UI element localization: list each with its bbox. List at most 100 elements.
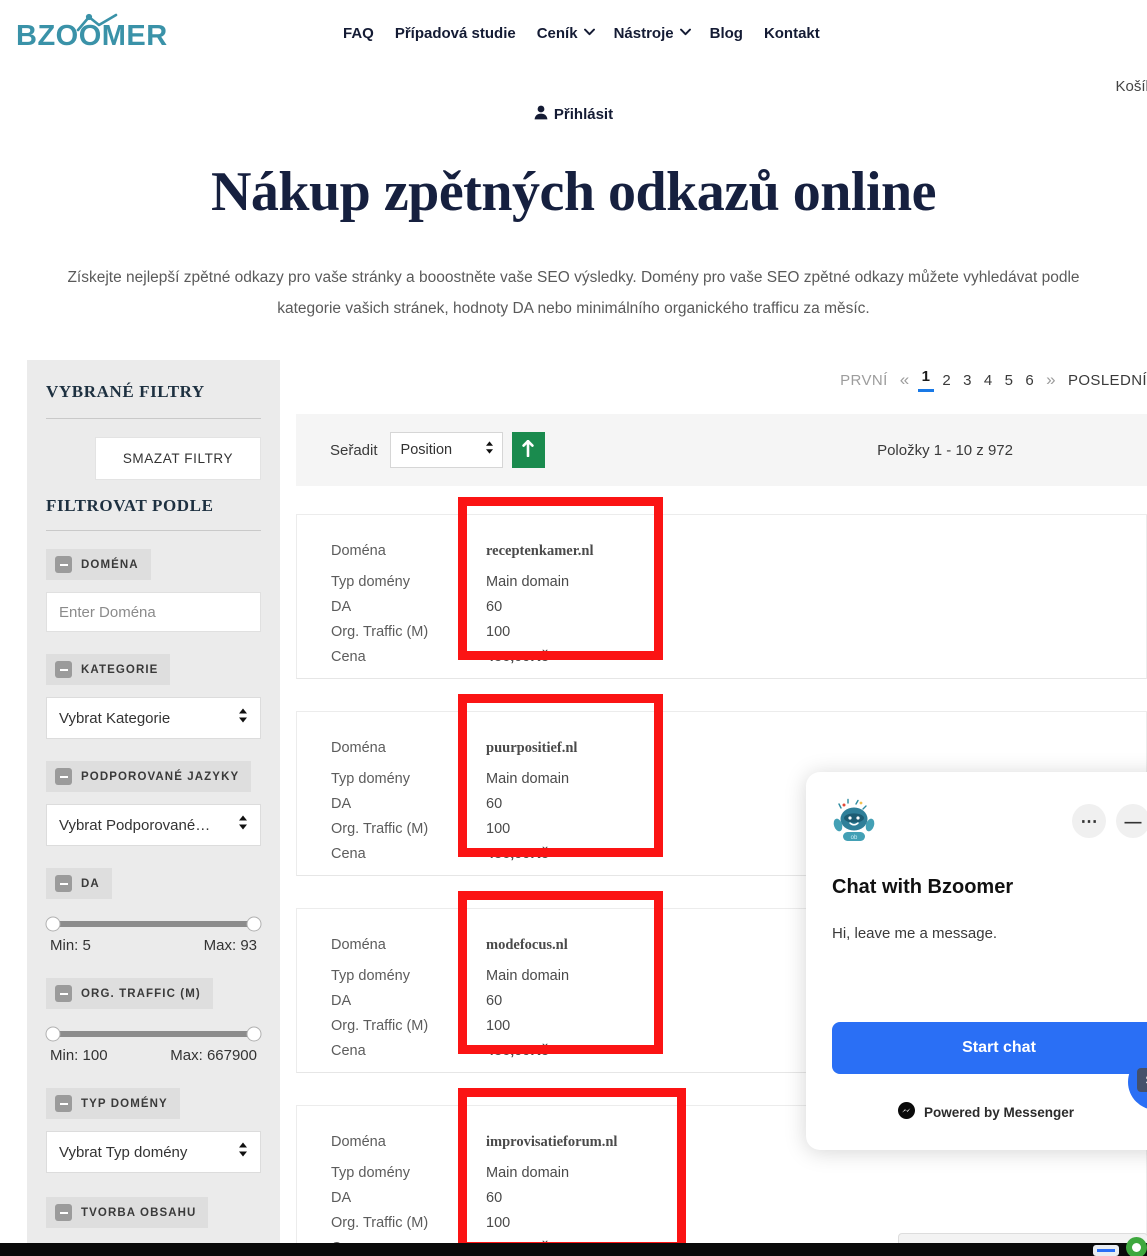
slider-track [45, 1026, 262, 1042]
filters-sidebar: VYBRANÉ FILTRY SMAZAT FILTRY FILTROVAT P… [27, 360, 280, 1256]
page-title: Nákup zpětných odkazů online [210, 161, 937, 223]
filter-title: DA [81, 877, 100, 890]
label-da: DA [331, 1190, 352, 1206]
product-domain-type: Main domain [486, 771, 570, 787]
product-domain-type: Main domain [486, 968, 570, 984]
minimize-icon[interactable]: — [1116, 804, 1147, 838]
ellipsis-icon[interactable]: ⋯ [1072, 804, 1106, 838]
filter-da-header[interactable]: DA [46, 868, 112, 899]
filter-title: DOMÉNA [81, 558, 139, 571]
product-domain[interactable]: improvisatieforum.nl [486, 1134, 617, 1151]
start-chat-button[interactable]: Start chat [832, 1022, 1147, 1074]
domain-input[interactable] [46, 592, 261, 632]
nav-item-pripadova-studie[interactable]: Případová studie [395, 25, 516, 42]
svg-text:ob: ob [851, 835, 858, 841]
product-domain[interactable]: modefocus.nl [486, 937, 568, 954]
filter-languages-header[interactable]: PODPOROVANÉ JAZYKY [46, 761, 252, 792]
slider-knob-max[interactable] [246, 916, 262, 932]
nav-item-blog[interactable]: Blog [710, 25, 743, 42]
nav-item-kontakt[interactable]: Kontakt [764, 25, 820, 42]
filter-domain-type-header[interactable]: TYP DOMÉNY [46, 1088, 180, 1119]
bottom-green-icon[interactable] [1126, 1237, 1147, 1256]
slider-knob-min[interactable] [45, 916, 61, 932]
label-org-traffic: Org. Traffic (M) [331, 1215, 429, 1231]
filter-domain: DOMÉNA [46, 549, 261, 632]
product-domain[interactable]: puurpositief.nl [486, 740, 577, 757]
site-header: BZOOMER FAQ Případová studie Ceník Nástr… [0, 0, 1147, 123]
filter-da: DA Min: 5 Max: 93 [45, 868, 262, 954]
chat-title: Chat with Bzoomer [832, 876, 1014, 898]
pagination-last[interactable]: POSLEDNÍ [1068, 372, 1147, 389]
filter-domain-header[interactable]: DOMÉNA [46, 549, 151, 580]
label-domain-type: Typ domény [331, 771, 410, 787]
da-min-label: Min: 5 [50, 937, 91, 954]
items-count: Položky 1 - 10 z 972 [877, 441, 1013, 459]
pagination-page-1[interactable]: 1 [917, 368, 934, 392]
filter-title: KATEGORIE [81, 663, 159, 676]
slider-knob-max[interactable] [246, 1026, 262, 1042]
label-domain: Doména [331, 740, 386, 756]
slider-track [45, 916, 262, 932]
label-domain-type: Typ domény [331, 968, 410, 984]
da-max-label: Max: 93 [203, 937, 257, 954]
pagination-page-2[interactable]: 2 [942, 372, 951, 389]
domain-type-select[interactable]: Vybrat Typ domény [46, 1131, 261, 1173]
login-link[interactable]: Přihlásit [0, 105, 1147, 124]
nav-label: Ceník [536, 25, 578, 42]
filter-category-header[interactable]: KATEGORIE [46, 654, 171, 685]
pagination-next[interactable]: » [1046, 370, 1056, 390]
product-domain-type: Main domain [486, 1165, 570, 1181]
product-da: 60 [486, 1190, 503, 1206]
languages-select[interactable]: Vybrat Podporované… [46, 804, 261, 846]
minus-icon [55, 985, 72, 1002]
minus-icon [55, 1095, 72, 1112]
sort-select[interactable]: Position [389, 432, 503, 468]
nav-label: Nástroje [613, 25, 674, 42]
bottom-pill-icon[interactable] [1093, 1245, 1119, 1256]
minus-icon [55, 875, 72, 892]
product-org-traffic: 100 [486, 1215, 511, 1231]
site-logo[interactable]: BZOOMER [16, 13, 168, 53]
nav-item-faq[interactable]: FAQ [343, 25, 374, 42]
label-price: Cena [331, 846, 366, 862]
product-card[interactable]: Doména receptenkamer.nl Typ domény Main … [296, 497, 1147, 679]
minus-icon [55, 1204, 72, 1221]
clear-filters-button[interactable]: SMAZAT FILTRY [95, 437, 261, 480]
label-org-traffic: Org. Traffic (M) [331, 821, 429, 837]
pagination-page-4[interactable]: 4 [984, 372, 993, 389]
selected-filters-heading: VYBRANÉ FILTRY [46, 382, 205, 401]
chevron-down-icon [583, 28, 595, 37]
page-subtitle: Získejte nejlepší zpětné odkazy pro vaše… [67, 269, 1080, 317]
org-traffic-slider[interactable]: Min: 100 Max: 667900 [45, 1026, 262, 1064]
sort-direction-button[interactable] [511, 432, 545, 468]
nav-item-cenik[interactable]: Ceník [536, 25, 595, 42]
slider-knob-min[interactable] [45, 1026, 61, 1042]
label-domain: Doména [331, 1134, 386, 1150]
primary-nav: FAQ Případová studie Ceník Nástroje Blog [343, 25, 820, 42]
org-traffic-min-label: Min: 100 [50, 1047, 108, 1064]
pagination-prev[interactable]: « [900, 370, 910, 390]
nav-label: FAQ [343, 25, 374, 42]
pagination-page-3[interactable]: 3 [963, 372, 972, 389]
product-da: 60 [486, 796, 503, 812]
da-slider[interactable]: Min: 5 Max: 93 [45, 916, 262, 954]
arrow-up-icon [522, 439, 534, 460]
filter-title: PODPOROVANÉ JAZYKY [81, 770, 240, 783]
pagination-page-6[interactable]: 6 [1025, 372, 1034, 389]
category-select[interactable]: Vybrat Kategorie [46, 697, 261, 739]
label-price: Cena [331, 1043, 366, 1059]
pagination-first[interactable]: PRVNÍ [840, 372, 888, 389]
divider [46, 418, 261, 419]
pagination-page-5[interactable]: 5 [1005, 372, 1014, 389]
filter-org-traffic-header[interactable]: ORG. TRAFFIC (M) [46, 978, 213, 1009]
product-da: 60 [486, 599, 503, 615]
cart-link[interactable]: Košík [1115, 78, 1147, 95]
filter-title: ORG. TRAFFIC (M) [81, 987, 201, 1000]
label-da: DA [331, 599, 352, 615]
nav-label: Blog [709, 25, 743, 42]
nav-item-nastroje[interactable]: Nástroje [613, 25, 691, 42]
filter-content-creation-header[interactable]: TVORBA OBSAHU [46, 1197, 209, 1228]
label-org-traffic: Org. Traffic (M) [331, 1018, 429, 1034]
bottom-bar [0, 1237, 1147, 1256]
product-domain[interactable]: receptenkamer.nl [486, 543, 594, 560]
